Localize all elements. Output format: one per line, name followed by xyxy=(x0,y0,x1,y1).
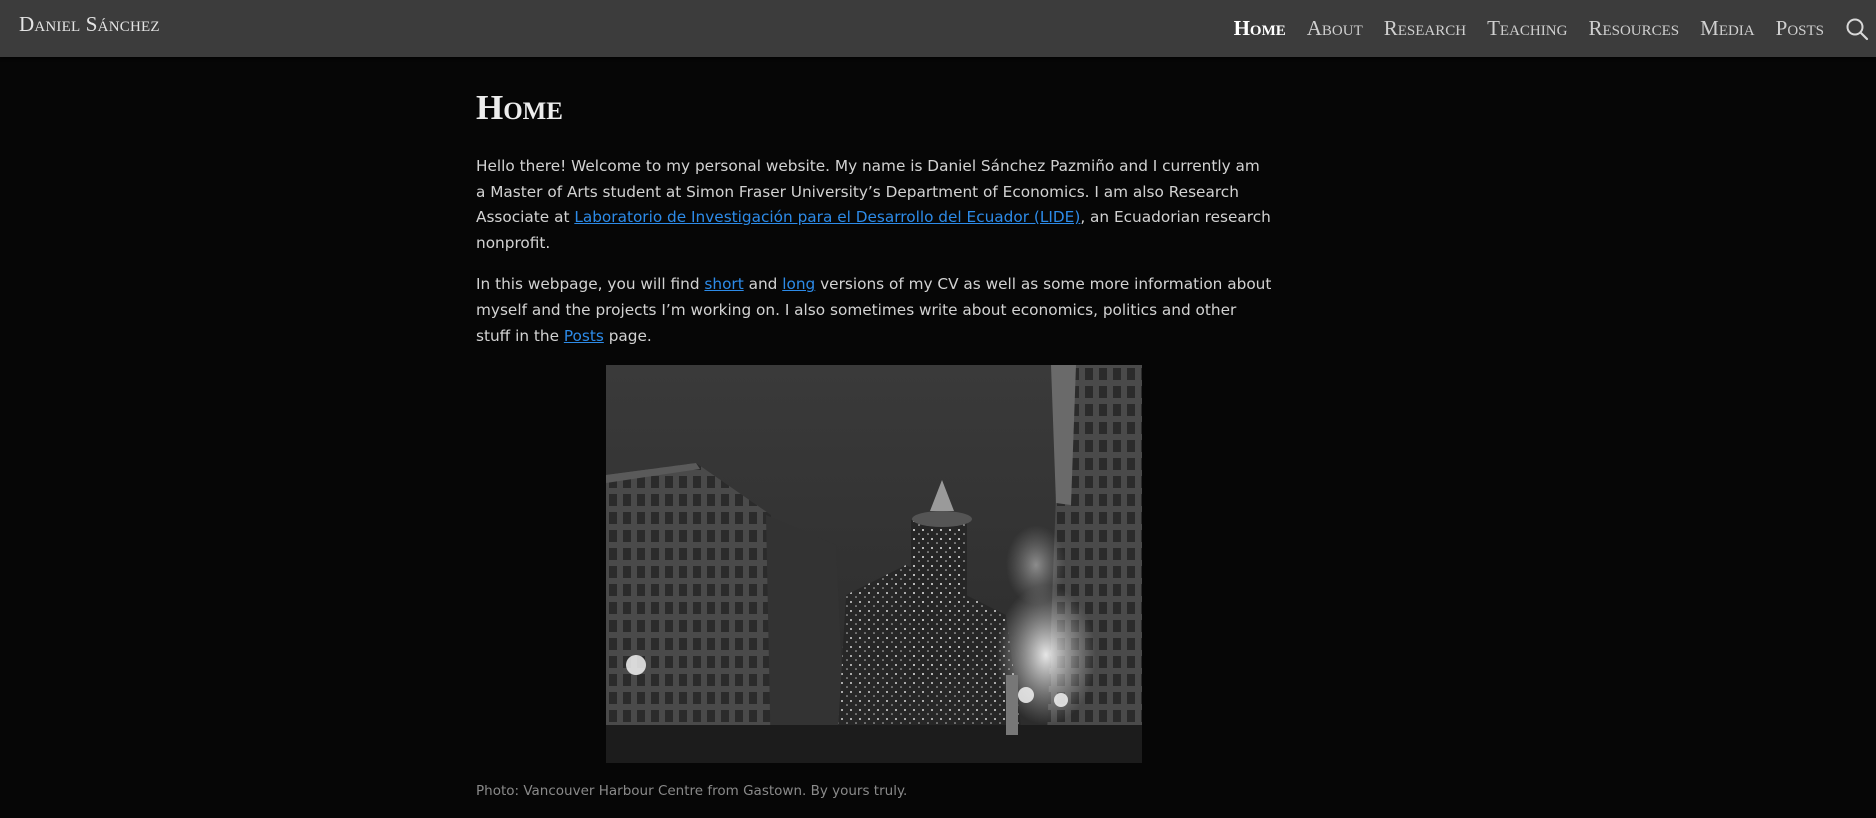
top-navigation-bar: Daniel Sánchez Home About Research Teach… xyxy=(0,0,1876,57)
page-title: Home xyxy=(476,88,563,127)
nav-resources[interactable]: Resources xyxy=(1588,16,1679,41)
short-cv-link[interactable]: short xyxy=(704,275,743,293)
intro-paragraph: Hello there! Welcome to my personal webs… xyxy=(476,154,1272,256)
main-content: Home Hello there! Welcome to my personal… xyxy=(476,80,1272,799)
main-nav: Home About Research Teaching Resources M… xyxy=(1213,0,1876,57)
photo-caption: Photo: Vancouver Harbour Centre from Gas… xyxy=(476,783,908,800)
nav-posts[interactable]: Posts xyxy=(1776,16,1824,41)
lide-link[interactable]: Laboratorio de Investigación para el Des… xyxy=(574,208,1080,226)
nav-home[interactable]: Home xyxy=(1234,16,1286,41)
nav-about[interactable]: About xyxy=(1307,16,1363,41)
nav-research[interactable]: Research xyxy=(1384,16,1466,41)
search-button[interactable] xyxy=(1844,16,1870,42)
search-icon xyxy=(1846,18,1869,40)
long-cv-link[interactable]: long xyxy=(782,275,815,293)
nav-teaching[interactable]: Teaching xyxy=(1487,16,1567,41)
photo-container xyxy=(476,365,1272,764)
gastown-photo xyxy=(606,365,1142,764)
cv-text-1: In this webpage, you will find xyxy=(476,275,705,294)
nav-media[interactable]: Media xyxy=(1700,16,1755,41)
cv-paragraph: In this webpage, you will find short and… xyxy=(476,272,1272,349)
cv-text-2: and xyxy=(743,275,783,294)
site-brand-link[interactable]: Daniel Sánchez xyxy=(19,12,160,37)
posts-link[interactable]: Posts xyxy=(564,327,604,345)
cv-text-4: page. xyxy=(603,326,652,345)
